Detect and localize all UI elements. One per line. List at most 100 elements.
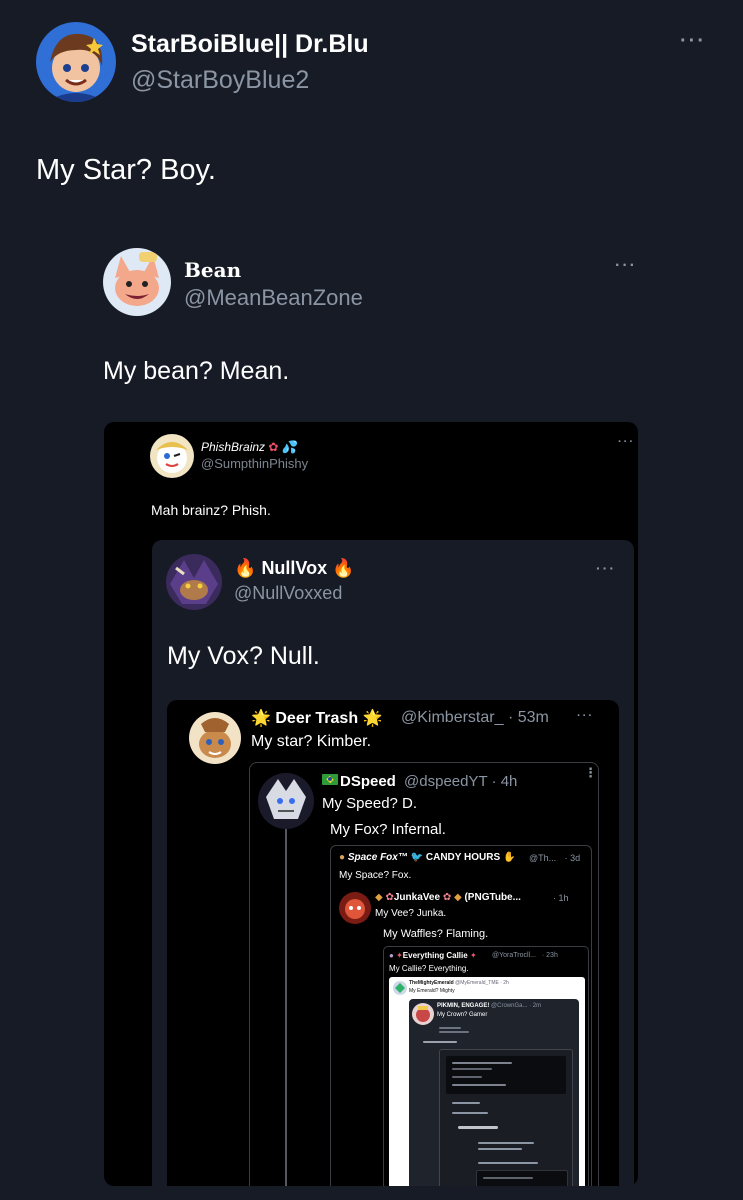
tweet-text: My Emerald? Mighty xyxy=(409,988,455,994)
fox-avatar-icon: ● xyxy=(339,852,346,863)
avatar-image xyxy=(189,712,241,764)
reply-text: My Fox? Infernal. xyxy=(330,821,446,838)
more-dots-icon[interactable]: ⋮ xyxy=(584,766,597,779)
author-extra: CANDY HOURS xyxy=(425,852,501,863)
author-name-row[interactable]: 🔥 NullVox 🔥 xyxy=(234,558,355,579)
author-name: Space Fox™ xyxy=(347,852,408,863)
quoted-screenshot[interactable]: PhishBrainz ✿ 💦 @SumpthinPhishy ··· Mah … xyxy=(104,422,638,1186)
quoted-tweet-mightyemerald[interactable]: TheMightyEmerald @MyEmerald_TME · 2h My … xyxy=(389,977,585,1186)
avatar-image xyxy=(258,773,314,829)
nested-quote-dark-block xyxy=(446,1056,566,1094)
author-handle[interactable]: @SumpthinPhishy xyxy=(201,456,308,471)
avatar-junkavee[interactable] xyxy=(339,892,371,924)
author-name-row[interactable]: TheMightyEmerald @MyEmerald_TME · 2h xyxy=(409,980,509,986)
brazil-flag-icon xyxy=(322,774,338,785)
author-extra: (PNGTube... xyxy=(464,892,521,903)
quoted-tweet-dspeed[interactable]: DSpeed @dspeedYT · 4h ⋮ My Speed? D. My … xyxy=(249,762,599,1186)
author-name[interactable]: StarBoiBlue|| Dr.Blu xyxy=(131,30,369,59)
more-dots-icon[interactable]: ··· xyxy=(618,436,635,448)
author-name: NullVox xyxy=(261,558,328,578)
quoted-tweet-pikmin[interactable]: PIKMIN, ENGAGE! @CrownGa... · 2m My Crow… xyxy=(409,999,579,1186)
avatar-image xyxy=(166,554,222,610)
nested-text-line xyxy=(423,1041,457,1043)
star-icon: 🌟 xyxy=(362,710,383,727)
avatar-bean[interactable] xyxy=(103,248,171,316)
author-name: PIKMIN, ENGAGE! xyxy=(437,1003,490,1009)
nested-text-line xyxy=(478,1148,522,1150)
author-handle: @YoraTrocll... xyxy=(492,952,536,959)
sparkle-icon: ✦ xyxy=(396,951,403,960)
tweet-text: My star? Kimber. xyxy=(251,733,372,750)
avatar-image xyxy=(36,22,116,102)
tweet-text: My Vox? Null. xyxy=(167,642,320,670)
avatar-nullvox[interactable] xyxy=(166,554,222,610)
avatar-image xyxy=(339,892,371,924)
tweet-text: Mah brainz? Phish. xyxy=(151,502,271,518)
nested-text-line xyxy=(452,1062,512,1064)
tweet-text: My Crown? Gamer xyxy=(437,1012,488,1018)
tweet-text: My Space? Fox. xyxy=(339,870,412,881)
tweet-time: · 53m xyxy=(507,709,549,726)
tweet-time[interactable]: · 1h xyxy=(553,893,569,903)
nested-text-line xyxy=(452,1084,506,1086)
tweet-time: · 3d xyxy=(564,853,581,863)
quoted-tweet-nullvox[interactable]: 🔥 NullVox 🔥 @NullVoxxed ··· My Vox? Null… xyxy=(152,540,634,1186)
author-name[interactable]: Bean xyxy=(184,258,241,282)
avatar-mightyemerald[interactable] xyxy=(393,981,407,995)
star-icon: 🌟 xyxy=(251,710,271,727)
nested-text-line xyxy=(439,1027,461,1029)
author-name: PhishBrainz xyxy=(201,440,266,454)
author-handle: @dspeedYT · 4h xyxy=(404,773,518,790)
author-name: TheMightyEmerald xyxy=(409,980,454,986)
author-handle-row[interactable]: @YoraTrocll... · 23h xyxy=(492,952,558,959)
nested-text-line xyxy=(452,1068,492,1070)
avatar-deertrash[interactable] xyxy=(189,712,241,764)
more-dots-icon[interactable]: ··· xyxy=(615,257,637,275)
nested-text-line xyxy=(452,1112,488,1114)
more-dots-icon[interactable]: ··· xyxy=(577,710,594,722)
avatar-phishbrainz[interactable] xyxy=(150,434,194,478)
author-handle: @MyEmerald_TME · 2h xyxy=(455,980,509,986)
author-handle-row[interactable]: @Kimberstar_ · 53m xyxy=(401,709,549,727)
nested-text-line xyxy=(452,1076,482,1078)
tweet-time: · 23h xyxy=(541,952,558,959)
nested-quote-deep xyxy=(439,1049,573,1186)
author-handle[interactable]: @StarBoyBlue2 xyxy=(131,66,309,95)
nested-text-line xyxy=(458,1126,498,1129)
hand-icon: ✋ xyxy=(502,852,516,863)
nested-text-line xyxy=(483,1177,533,1179)
flower-icon: ✿ xyxy=(385,892,394,903)
avatar-pikmin[interactable] xyxy=(412,1003,434,1025)
more-dots-icon[interactable]: ··· xyxy=(596,560,616,576)
author-name-row[interactable]: 🌟 Deer Trash 🌟 xyxy=(251,708,382,728)
avatar-image xyxy=(150,434,194,478)
reply-text: My Waffles? Flaming. xyxy=(383,928,489,940)
quoted-tweet-callie[interactable]: ● ✦Everything Callie ✦ @YoraTrocll... · … xyxy=(383,946,589,1186)
tweet-text: My Callie? Everything. xyxy=(389,964,469,973)
tweet-text: My Vee? Junka. xyxy=(375,908,447,919)
author-name-row[interactable]: DSpeed @dspeedYT · 4h xyxy=(322,773,517,790)
nested-text-line xyxy=(478,1162,538,1164)
sparkle-icon: ✦ xyxy=(469,951,477,960)
author-name: DSpeed xyxy=(340,773,396,790)
tweet-time: · 2m xyxy=(529,1003,542,1009)
author-name-row[interactable]: PIKMIN, ENGAGE! @CrownGa... · 2m xyxy=(437,1003,541,1009)
quoted-tweet-spacefox[interactable]: ● Space Fox™ 🐦 CANDY HOURS ✋ @Th... · 3d… xyxy=(330,845,592,1186)
author-name-row[interactable]: ● ✦Everything Callie ✦ xyxy=(389,951,477,960)
avatar-dspeed[interactable] xyxy=(258,773,314,829)
author-name-row[interactable]: ● Space Fox™ 🐦 CANDY HOURS ✋ xyxy=(339,852,515,863)
author-name: JunkaVee xyxy=(393,892,441,903)
author-handle[interactable]: @MeanBeanZone xyxy=(184,285,363,311)
author-name-row[interactable]: ◆ ✿JunkaVee ✿ ◆ (PNGTube... xyxy=(375,892,521,903)
author-name: Everything Callie xyxy=(402,951,468,960)
author-handle-row[interactable]: @Th... · 3d xyxy=(529,853,580,863)
nested-text-line xyxy=(439,1031,469,1033)
avatar-starboiblue[interactable] xyxy=(36,22,116,102)
quoted-tweet-deertrash[interactable]: 🌟 Deer Trash 🌟 @Kimberstar_ · 53m ··· My… xyxy=(167,700,619,1186)
nested-text-line xyxy=(478,1142,534,1144)
author-name-row[interactable]: PhishBrainz ✿ 💦 xyxy=(201,440,297,454)
author-handle: @CrownGa... xyxy=(491,1003,528,1009)
author-handle[interactable]: @NullVoxxed xyxy=(234,583,342,604)
more-dots-icon[interactable]: ··· xyxy=(680,30,706,53)
fire-icon: 🔥 xyxy=(332,558,355,578)
